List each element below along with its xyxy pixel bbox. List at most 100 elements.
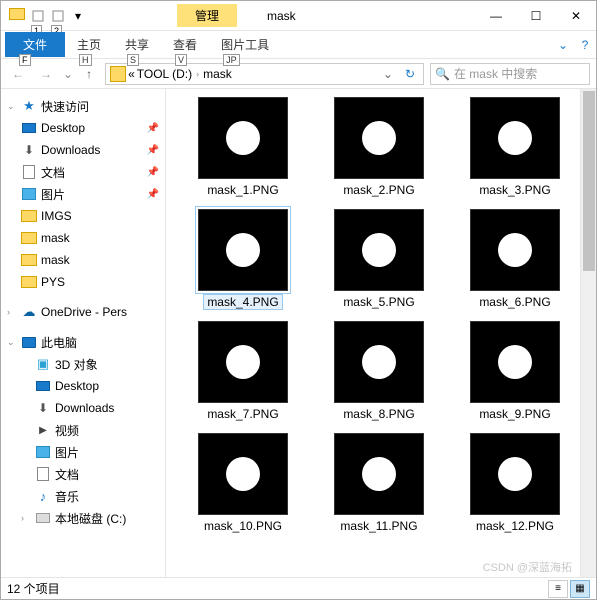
- star-icon: [21, 98, 37, 114]
- document-icon: [23, 165, 35, 179]
- circle-icon: [362, 233, 396, 267]
- contextual-tab-manage[interactable]: 管理: [177, 4, 237, 27]
- cloud-icon: [21, 304, 37, 320]
- sidebar-item-documents[interactable]: 文档📌: [1, 161, 165, 183]
- key-hint: S: [127, 54, 139, 66]
- disk-icon: [36, 513, 50, 523]
- sidebar-item-this-pc[interactable]: ⌄此电脑: [1, 331, 165, 353]
- sidebar-item-3d-objects[interactable]: 3D 对象: [1, 353, 165, 375]
- music-icon: [35, 488, 51, 504]
- circle-icon: [226, 345, 260, 379]
- desktop-icon: [36, 381, 50, 391]
- sidebar-item-disk-c[interactable]: ›本地磁盘 (C:): [1, 507, 165, 529]
- view-tab[interactable]: 查看 V: [161, 32, 209, 57]
- address-bar[interactable]: « TOOL (D:) › mask ⌄ ↻: [105, 63, 424, 85]
- picture-tools-tab[interactable]: 图片工具 JP: [209, 32, 281, 57]
- file-thumbnail: [198, 433, 288, 515]
- home-tab[interactable]: 主页 H: [65, 32, 113, 57]
- file-item[interactable]: mask_10.PNG: [178, 433, 308, 533]
- help-icon[interactable]: ?: [574, 38, 596, 52]
- breadcrumb-sep: «: [128, 67, 135, 81]
- file-thumbnail: [334, 97, 424, 179]
- video-icon: [35, 422, 51, 438]
- qat-item-1[interactable]: 1: [29, 5, 47, 27]
- qat-dropdown[interactable]: ▾: [69, 5, 87, 27]
- search-input[interactable]: 🔍 在 mask 中搜索: [430, 63, 590, 85]
- file-name: mask_3.PNG: [479, 183, 550, 197]
- file-item[interactable]: mask_7.PNG: [178, 321, 308, 421]
- view-icons-button[interactable]: ▦: [570, 580, 590, 598]
- address-dropdown[interactable]: ⌄: [377, 67, 399, 81]
- view-details-button[interactable]: ≡: [548, 580, 568, 598]
- sidebar-item-onedrive[interactable]: ›OneDrive - Pers: [1, 301, 165, 323]
- file-name: mask_6.PNG: [479, 295, 550, 309]
- quick-access-toolbar: 1 2 ▾: [29, 5, 87, 27]
- file-thumbnail: [198, 97, 288, 179]
- file-thumbnail: [470, 209, 560, 291]
- circle-icon: [226, 457, 260, 491]
- search-placeholder: 在 mask 中搜索: [454, 65, 537, 82]
- file-name: mask_7.PNG: [207, 407, 278, 421]
- share-tab[interactable]: 共享 S: [113, 32, 161, 57]
- ribbon-expand-icon[interactable]: ⌄: [552, 38, 574, 52]
- pin-icon: 📌: [147, 145, 159, 156]
- file-item[interactable]: mask_5.PNG: [314, 209, 444, 309]
- sidebar-item-quick-access[interactable]: ⌄快速访问: [1, 95, 165, 117]
- file-name: mask_1.PNG: [207, 183, 278, 197]
- status-bar: 12 个项目 ≡ ▦: [1, 577, 596, 599]
- sidebar-item-mask[interactable]: mask: [1, 227, 165, 249]
- up-button[interactable]: ↑: [79, 67, 99, 81]
- sidebar-item-mask2[interactable]: mask: [1, 249, 165, 271]
- file-item[interactable]: mask_12.PNG: [450, 433, 580, 533]
- sidebar-item-music[interactable]: 音乐: [1, 485, 165, 507]
- maximize-button[interactable]: ☐: [516, 2, 556, 30]
- file-item[interactable]: mask_6.PNG: [450, 209, 580, 309]
- file-tab[interactable]: 文件 F: [5, 32, 65, 57]
- file-grid: mask_1.PNG mask_2.PNG mask_3.PNG mask_4.PNG…: [178, 97, 596, 533]
- file-name: mask_4.PNG: [204, 295, 281, 309]
- sidebar-item-desktop[interactable]: Desktop📌: [1, 117, 165, 139]
- cube-icon: [35, 356, 51, 372]
- sidebar-item-desktop2[interactable]: Desktop: [1, 375, 165, 397]
- sidebar-item-videos[interactable]: 视频: [1, 419, 165, 441]
- file-item[interactable]: mask_2.PNG: [314, 97, 444, 197]
- qat-item-2[interactable]: 2: [49, 5, 67, 27]
- scrollbar-thumb[interactable]: [583, 91, 595, 271]
- forward-button[interactable]: →: [35, 63, 57, 85]
- sidebar-item-pictures2[interactable]: 图片: [1, 441, 165, 463]
- body: ⌄快速访问 Desktop📌 Downloads📌 文档📌 图片📌 IMGS m…: [1, 89, 596, 577]
- file-item[interactable]: mask_4.PNG: [178, 209, 308, 309]
- download-icon: [21, 142, 37, 158]
- file-item[interactable]: mask_11.PNG: [314, 433, 444, 533]
- folder-icon: [21, 276, 37, 288]
- close-button[interactable]: ✕: [556, 2, 596, 30]
- window-title: mask: [267, 9, 296, 23]
- file-thumbnail: [470, 97, 560, 179]
- breadcrumb-part[interactable]: mask: [203, 67, 232, 81]
- window-controls: — ☐ ✕: [476, 2, 596, 30]
- file-item[interactable]: mask_9.PNG: [450, 321, 580, 421]
- sidebar-item-documents2[interactable]: 文档: [1, 463, 165, 485]
- history-dropdown[interactable]: ⌄: [63, 67, 73, 81]
- sidebar-item-imgs[interactable]: IMGS: [1, 205, 165, 227]
- sidebar-item-downloads[interactable]: Downloads📌: [1, 139, 165, 161]
- key-hint: H: [79, 54, 92, 66]
- sidebar-item-pictures[interactable]: 图片📌: [1, 183, 165, 205]
- sidebar-item-downloads2[interactable]: Downloads: [1, 397, 165, 419]
- refresh-button[interactable]: ↻: [401, 67, 419, 81]
- file-item[interactable]: mask_1.PNG: [178, 97, 308, 197]
- file-item[interactable]: mask_8.PNG: [314, 321, 444, 421]
- document-icon: [37, 467, 49, 481]
- file-thumbnail: [198, 209, 288, 291]
- sidebar: ⌄快速访问 Desktop📌 Downloads📌 文档📌 图片📌 IMGS m…: [1, 89, 166, 577]
- key-hint: F: [19, 54, 31, 66]
- minimize-button[interactable]: —: [476, 2, 516, 30]
- circle-icon: [362, 121, 396, 155]
- breadcrumb-part[interactable]: TOOL (D:): [137, 67, 192, 81]
- content-pane: mask_1.PNG mask_2.PNG mask_3.PNG mask_4.PNG…: [166, 89, 596, 577]
- download-icon: [35, 400, 51, 416]
- file-item[interactable]: mask_3.PNG: [450, 97, 580, 197]
- chevron-right-icon[interactable]: ›: [194, 69, 201, 79]
- sidebar-item-pys[interactable]: PYS: [1, 271, 165, 293]
- scrollbar[interactable]: [580, 89, 596, 577]
